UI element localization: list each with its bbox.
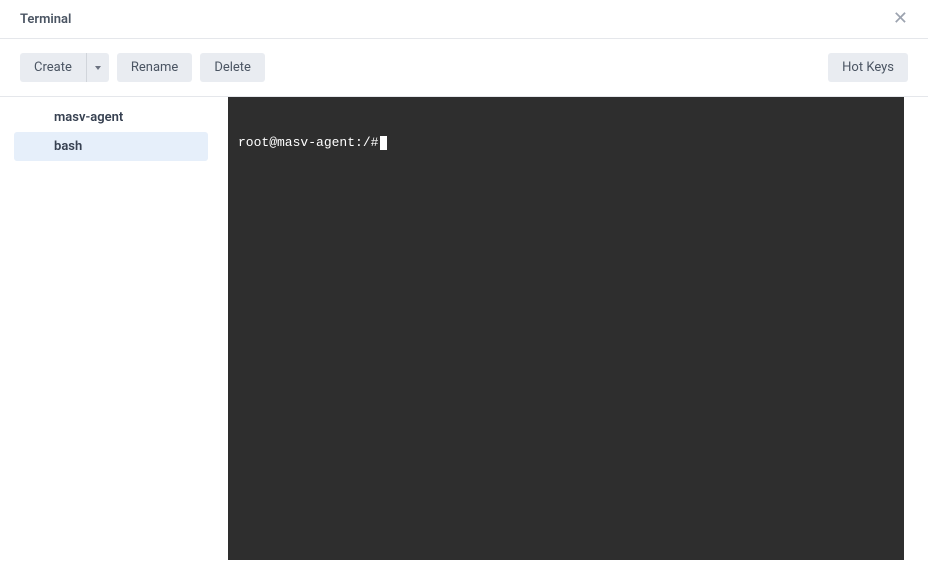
main-area: masv-agent bash root@masv-agent:/# xyxy=(0,97,928,580)
create-button-group: Create xyxy=(20,53,109,82)
window-header: Terminal ✕ xyxy=(0,0,928,39)
sidebar-item-masv-agent[interactable]: masv-agent xyxy=(14,103,208,132)
hotkeys-button[interactable]: Hot Keys xyxy=(828,53,908,82)
toolbar-left: Create Rename Delete xyxy=(20,53,265,82)
create-button[interactable]: Create xyxy=(20,53,86,82)
session-sidebar: masv-agent bash xyxy=(0,97,228,580)
caret-down-icon xyxy=(95,66,101,70)
toolbar: Create Rename Delete Hot Keys xyxy=(0,39,928,97)
terminal-prompt-line: root@masv-agent:/# xyxy=(238,135,894,150)
page-title: Terminal xyxy=(20,12,71,27)
create-dropdown-toggle[interactable] xyxy=(86,53,109,82)
terminal-prompt: root@masv-agent:/# xyxy=(238,135,378,150)
toolbar-right: Hot Keys xyxy=(828,53,908,82)
close-icon[interactable]: ✕ xyxy=(893,10,908,28)
rename-button[interactable]: Rename xyxy=(117,53,192,82)
sidebar-item-bash[interactable]: bash xyxy=(14,132,208,161)
delete-button[interactable]: Delete xyxy=(200,53,265,82)
terminal-output[interactable]: root@masv-agent:/# xyxy=(228,97,904,560)
terminal-cursor xyxy=(380,136,387,150)
